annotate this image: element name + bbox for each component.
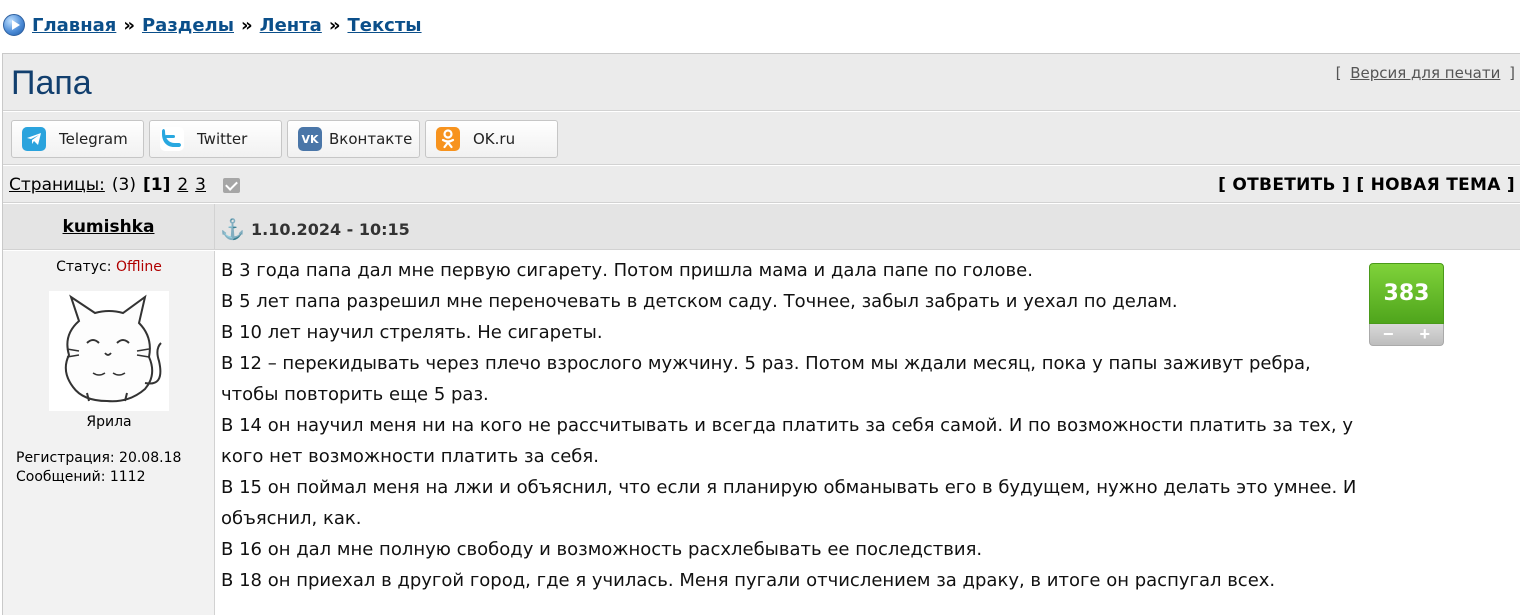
avatar[interactable] [49, 291, 169, 411]
breadcrumb-sections[interactable]: Разделы [142, 15, 234, 36]
author-cell: kumishka [3, 204, 215, 250]
breadcrumb-texts[interactable]: Тексты [347, 15, 421, 36]
breadcrumb-feed[interactable]: Лента [260, 15, 322, 36]
author-status: Статус: Offline [3, 259, 215, 275]
message-count: Сообщений: 1112 [16, 469, 146, 485]
post-paragraph: В 15 он поймал меня на лжи и объяснил, ч… [221, 477, 1357, 529]
status-label: Статус: [56, 259, 112, 275]
post-paragraph: В 18 он приехал в другой город, где я уч… [221, 570, 1276, 591]
status-value: Offline [115, 259, 162, 275]
post-body: Статус: Offline Ярила Регистрация: 20.08… [3, 251, 1520, 615]
share-bar: Telegram Twitter VK Вконтакте OK.ru [3, 112, 1520, 165]
print-version-link[interactable]: Версия для печати [1350, 64, 1500, 82]
author-profile: Статус: Offline Ярила Регистрация: 20.08… [3, 251, 215, 615]
post-paragraph: В 3 года папа дал мне первую сигарету. П… [221, 260, 1033, 281]
share-telegram-button[interactable]: Telegram [11, 120, 144, 158]
print-bracket-close: ] [1509, 64, 1515, 82]
telegram-icon [22, 127, 46, 151]
checkmark-icon[interactable] [223, 177, 240, 193]
breadcrumb: Главная » Разделы » Лента » Тексты [0, 10, 422, 40]
share-vk-button[interactable]: VK Вконтакте [287, 120, 420, 158]
current-page: [1] [142, 175, 171, 195]
pagination: Страницы: (3) [1] 2 3 [9, 175, 240, 195]
rating-plus-button[interactable]: + [1419, 324, 1430, 345]
rating-score: 383 [1369, 263, 1444, 324]
page-link-3[interactable]: 3 [195, 175, 206, 195]
share-telegram-label: Telegram [59, 130, 128, 148]
cat-avatar-icon [49, 291, 169, 411]
pages-label-link[interactable]: Страницы: [9, 175, 105, 195]
anchor-icon[interactable]: ⚓ [220, 217, 245, 242]
topic-actions: [ ОТВЕТИТЬ ] [ НОВАЯ ТЕМА ] [1218, 175, 1515, 195]
breadcrumb-separator: » [328, 14, 341, 36]
breadcrumb-separator: » [123, 14, 135, 36]
author-name-link[interactable]: kumishka [63, 217, 155, 237]
share-twitter-label: Twitter [197, 130, 248, 148]
print-version: [ Версия для печати ] [1336, 64, 1515, 82]
ok-icon [436, 127, 460, 151]
vk-icon: VK [298, 127, 322, 151]
post-paragraph: В 16 он дал мне полную свободу и возможн… [221, 539, 983, 560]
pagination-bar: Страницы: (3) [1] 2 3 [ ОТВЕТИТЬ ] [ НОВ… [3, 166, 1520, 203]
share-ok-button[interactable]: OK.ru [425, 120, 558, 158]
share-ok-label: OK.ru [473, 130, 516, 148]
page-link-2[interactable]: 2 [177, 175, 188, 195]
play-circle-icon [3, 14, 25, 36]
breadcrumb-separator: » [241, 14, 253, 36]
rating-minus-button[interactable]: − [1383, 324, 1394, 345]
post-paragraph: В 12 – перекидывать через плечо взрослог… [221, 353, 1311, 405]
post-paragraph: В 14 он научил меня ни на кого не рассчи… [221, 415, 1354, 467]
page-title: Папа [11, 64, 92, 102]
post-date: 1.10.2024 - 10:15 [251, 220, 410, 239]
registration-date: Регистрация: 20.08.18 [16, 450, 182, 466]
breadcrumb-home[interactable]: Главная [32, 15, 116, 36]
author-stats: Регистрация: 20.08.18 Сообщений: 1112 [16, 449, 181, 487]
reply-button[interactable]: [ ОТВЕТИТЬ ] [1218, 175, 1350, 195]
post-text: В 3 года папа дал мне первую сигарету. П… [221, 255, 1361, 596]
topic-header: Папа [ Версия для печати ] [3, 54, 1520, 111]
pages-count: (3) [111, 175, 136, 195]
share-vk-label: Вконтакте [329, 130, 413, 148]
rating-widget: 383 − + [1369, 263, 1444, 346]
share-twitter-button[interactable]: Twitter [149, 120, 282, 158]
twitter-icon [160, 127, 184, 151]
print-bracket-open: [ [1335, 64, 1342, 82]
post-paragraph: В 10 лет научил стрелять. Не сигареты. [221, 322, 603, 343]
rating-controls: − + [1369, 324, 1444, 346]
post-paragraph: В 5 лет папа разрешил мне переночевать в… [221, 291, 1178, 312]
post-header: kumishka ⚓ 1.10.2024 - 10:15 [3, 204, 1520, 250]
topic-container: Папа [ Версия для печати ] Telegram Twit… [2, 53, 1520, 615]
new-topic-button[interactable]: [ НОВАЯ ТЕМА ] [1356, 175, 1515, 195]
avatar-caption: Ярила [86, 414, 132, 430]
